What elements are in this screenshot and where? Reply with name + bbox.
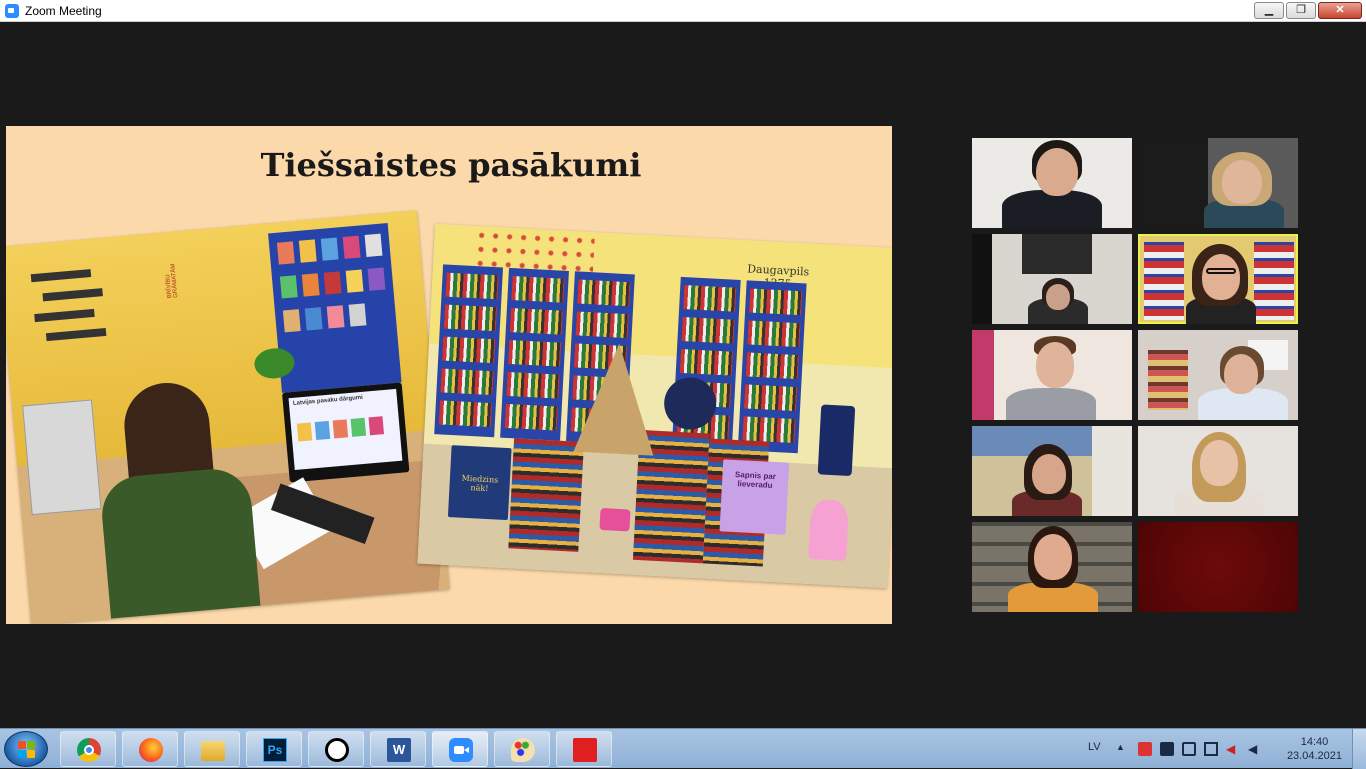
minimize-button[interactable]: ▁ <box>1254 2 1284 19</box>
chrome-icon <box>77 738 101 762</box>
usb-icon[interactable] <box>1182 742 1196 756</box>
monitor: Latvijas pasaku dārgumi <box>282 382 410 483</box>
network-icon[interactable] <box>1204 742 1218 756</box>
show-desktop-button[interactable] <box>1352 729 1366 769</box>
taskbar-app[interactable] <box>60 731 116 767</box>
book-cover: Sapnis par lieveradu <box>719 459 790 535</box>
slide-title: Tiešsaistes pasākumi <box>260 146 642 184</box>
participant-tile[interactable] <box>1138 138 1298 228</box>
participant-tile[interactable] <box>972 330 1132 420</box>
zoom-icon <box>449 738 473 762</box>
restore-button[interactable]: ❐ <box>1286 2 1316 19</box>
participant-tile[interactable] <box>1138 426 1298 516</box>
participant-tile[interactable] <box>972 522 1132 612</box>
tray-expand-icon[interactable]: ▲ <box>1116 742 1130 756</box>
bookcase <box>737 280 807 454</box>
windows-taskbar: Ps W LV ▲ ◀ ◀ 14:40 23.04.2021 <box>0 728 1366 769</box>
bookcase <box>500 267 569 441</box>
participant-tile-video-off[interactable] <box>1138 522 1298 612</box>
monitor-screen-heading: Latvijas pasaku dārgumi <box>292 394 364 407</box>
paint-icon <box>511 738 535 762</box>
book-tent <box>573 341 660 456</box>
window-controls: ▁ ❐ ✕ <box>1254 2 1362 19</box>
display-icon[interactable] <box>1160 742 1174 756</box>
participant-tile-active-speaker[interactable] <box>1138 234 1298 324</box>
taskbar-app[interactable]: Ps <box>246 731 302 767</box>
taskbar-app[interactable] <box>122 731 178 767</box>
start-button[interactable] <box>4 731 48 767</box>
volume-icon[interactable]: ◀ <box>1248 742 1262 756</box>
inkscape-icon <box>325 738 349 762</box>
participant-tile[interactable] <box>972 138 1132 228</box>
slide-photo-library-shelves: Daugavpils 1275 Miedzins nāk! <box>417 223 892 589</box>
system-tray: LV ▲ ◀ ◀ 14:40 23.04.2021 <box>1066 729 1366 769</box>
shared-screen-slide: Tiešsaistes pasākumi Latvijas pasaku dār… <box>6 126 892 624</box>
taskbar-app[interactable] <box>184 731 240 767</box>
toy-unicorn <box>808 498 850 561</box>
wall-decoration <box>30 266 128 354</box>
meeting-stage: Tiešsaistes pasākumi Latvijas pasaku dār… <box>0 22 1366 728</box>
photoshop-icon: Ps <box>263 738 287 762</box>
file-explorer-icon <box>201 741 225 761</box>
clock[interactable]: 14:40 23.04.2021 <box>1287 735 1342 763</box>
taskbar-app-active[interactable] <box>432 731 488 767</box>
word-icon: W <box>387 738 411 762</box>
participant-tile[interactable] <box>972 234 1132 324</box>
action-center-icon[interactable] <box>1138 742 1152 756</box>
mic-muted-icon[interactable]: ◀ <box>1226 742 1240 756</box>
toy-cart <box>599 507 631 532</box>
firefox-icon <box>139 738 163 762</box>
taskbar-app[interactable]: W <box>370 731 426 767</box>
book-stack <box>508 438 585 552</box>
language-indicator[interactable]: LV <box>1088 741 1101 753</box>
woman-at-computer <box>81 377 262 624</box>
clock-time: 14:40 <box>1300 736 1329 748</box>
bookcase <box>434 264 504 438</box>
window-title: Zoom Meeting <box>25 3 102 18</box>
close-button[interactable]: ✕ <box>1318 2 1362 19</box>
taskbar-app[interactable] <box>556 731 612 767</box>
participant-tile[interactable] <box>1138 330 1298 420</box>
book-cover: Miedzins nāk! <box>447 445 512 521</box>
office-chair <box>817 404 856 477</box>
window-titlebar[interactable]: Zoom Meeting ▁ ❐ ✕ <box>0 0 1366 22</box>
zoom-app-icon <box>5 3 19 18</box>
taskbar-app[interactable] <box>494 731 550 767</box>
acrobat-icon <box>573 738 597 762</box>
participant-tile[interactable] <box>972 426 1132 516</box>
clock-date: 23.04.2021 <box>1286 750 1342 762</box>
taskbar-app[interactable] <box>308 731 364 767</box>
slide-photo-library-desk: Latvijas pasaku dārgumi BRĪVĪBU GRĀMATĀM <box>6 210 450 624</box>
